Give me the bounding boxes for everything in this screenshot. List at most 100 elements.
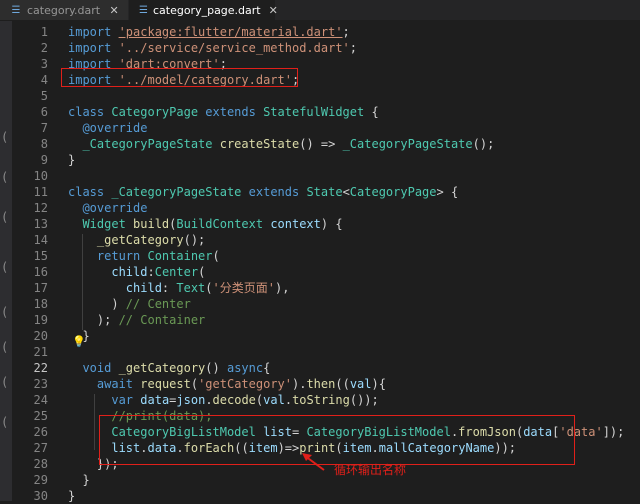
code-token: then <box>306 377 336 391</box>
code-line[interactable]: 15 return Container( <box>12 248 640 264</box>
code-text: @override <box>68 200 147 216</box>
code-token: extends <box>248 185 307 199</box>
code-token: State <box>306 185 343 199</box>
code-line[interactable]: 9} <box>12 152 640 168</box>
code-token: @override <box>82 201 148 215</box>
code-token: ); <box>68 313 119 327</box>
code-line[interactable]: 13 Widget build(BuildContext context) { <box>12 216 640 232</box>
code-token: // Center <box>125 297 191 311</box>
tab-category-dart[interactable]: ☰ category.dart ✕ <box>0 0 128 20</box>
code-text: Widget build(BuildContext context) { <box>68 216 343 232</box>
code-token: ; <box>349 41 357 55</box>
code-token: _CategoryPageState <box>82 137 220 151</box>
lightbulb-icon[interactable]: 💡 <box>72 336 86 348</box>
code-token: ). <box>292 377 307 391</box>
code-token: : <box>147 265 155 279</box>
close-icon[interactable]: ✕ <box>269 4 278 17</box>
code-line[interactable]: 10 <box>12 168 640 184</box>
code-line[interactable]: 7 @override <box>12 120 640 136</box>
tab-label: category.dart <box>27 3 101 17</box>
code-line[interactable]: 14 _getCategory(); <box>12 232 640 248</box>
code-line[interactable]: 8 _CategoryPageState createState() => _C… <box>12 136 640 152</box>
tab-category-page-dart[interactable]: ☰ category_page.dart ✕ <box>129 0 278 20</box>
code-token: createState <box>219 137 300 151</box>
code-line[interactable]: 24 var data=json.decode(val.toString()); <box>12 392 640 408</box>
code-line[interactable]: 2 import '../service/service_method.dart'… <box>12 40 640 56</box>
code-text: void _getCategory() async{ <box>68 360 270 376</box>
code-line[interactable]: 19 ); // Container <box>12 312 640 328</box>
activity-bar-edge: ( ( ( ( ( ( ( ( <box>0 21 12 501</box>
code-token: toString <box>292 393 350 407</box>
code-line[interactable]: 22 void _getCategory() async{ <box>12 360 640 376</box>
code-line[interactable]: 11 class _CategoryPageState extends State… <box>12 184 640 200</box>
scroll-indicator-icon: ( <box>1 210 9 224</box>
code-line[interactable]: 17 child: Text('分类页面'), <box>12 280 640 296</box>
highlight-box-foreach <box>99 415 575 465</box>
line-number: 2 <box>40 41 48 55</box>
line-number: 20 <box>33 329 48 343</box>
code-token: { <box>378 377 386 391</box>
code-token: 'package:flutter/material.dart' <box>118 25 343 39</box>
scroll-indicator-icon: ( <box>1 130 9 144</box>
code-line[interactable]: 6 class CategoryPage extends StatefulWidg… <box>12 104 640 120</box>
code-token: } <box>68 153 76 167</box>
code-token: val <box>349 377 372 391</box>
code-token: json <box>176 393 206 407</box>
line-number: 25 <box>33 409 48 423</box>
line-number: 21 <box>33 345 48 359</box>
code-line[interactable]: 18 ) // Center <box>12 296 640 312</box>
highlight-box-import <box>61 68 298 87</box>
code-token: extends <box>205 105 264 119</box>
line-number: 10 <box>33 169 48 183</box>
line-number: 22 <box>33 361 48 375</box>
code-text: child: Text('分类页面'), <box>68 280 290 296</box>
code-line[interactable]: 5 <box>12 88 640 104</box>
code-token: Widget <box>82 217 134 231</box>
code-text: return Container( <box>68 248 220 264</box>
code-token: : <box>161 281 177 295</box>
code-line[interactable]: 29 } <box>12 472 640 488</box>
scroll-indicator-icon: ( <box>1 260 9 274</box>
line-number: 28 <box>33 457 48 471</box>
code-line[interactable]: 21 <box>12 344 640 360</box>
line-number: 8 <box>40 137 48 151</box>
line-number: 29 <box>33 473 48 487</box>
close-icon[interactable]: ✕ <box>108 4 120 17</box>
code-text: ); // Container <box>68 312 205 328</box>
dart-file-icon: ☰ <box>11 4 21 16</box>
code-text: } <box>68 472 89 488</box>
code-token: ) { <box>320 217 343 231</box>
code-line[interactable]: 12 @override <box>12 200 640 216</box>
code-token: . <box>205 393 213 407</box>
code-text: var data=json.decode(val.toString()); <box>68 392 378 408</box>
line-number: 27 <box>33 441 48 455</box>
line-number: 16 <box>33 265 48 279</box>
code-line[interactable]: 23 await request('getCategory').then((va… <box>12 376 640 392</box>
code-token: class <box>68 185 112 199</box>
code-token: StatefulWidget <box>263 105 372 119</box>
scroll-indicator-icon: ( <box>1 375 9 389</box>
code-token: ( <box>212 249 220 263</box>
code-token: import <box>68 25 119 39</box>
scroll-indicator-icon: ( <box>1 415 9 429</box>
code-token: val <box>263 393 285 407</box>
line-number: 17 <box>33 281 48 295</box>
code-token: ( <box>190 377 199 391</box>
code-line[interactable]: 20 } <box>12 328 640 344</box>
line-number: 18 <box>33 297 48 311</box>
code-text: @override <box>68 120 147 136</box>
line-number: 7 <box>40 121 48 135</box>
tab-bar: ☰ category.dart ✕ ☰ category_page.dart ✕ <box>0 0 640 21</box>
code-line[interactable]: 16 child:Center( <box>12 264 640 280</box>
code-line[interactable]: 30} <box>12 488 640 504</box>
code-line[interactable]: 1 import 'package:flutter/material.dart'; <box>12 24 640 40</box>
code-text: _getCategory(); <box>68 232 205 248</box>
code-token: class <box>68 105 112 119</box>
code-token: // Container <box>118 313 206 327</box>
code-token: data <box>140 393 170 407</box>
dart-file-icon: ☰ <box>139 4 148 16</box>
line-number: 24 <box>33 393 48 407</box>
line-number: 19 <box>33 313 48 327</box>
